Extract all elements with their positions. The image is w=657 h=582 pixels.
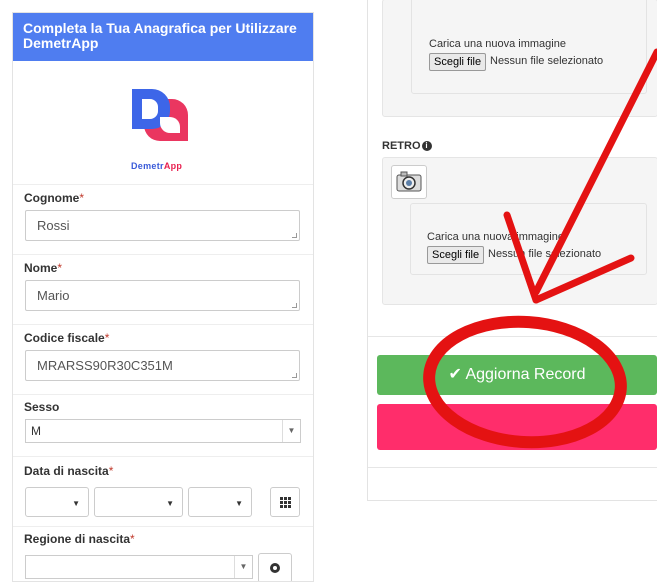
logo-wordmark: DemetrApp xyxy=(131,161,183,171)
fronte-no-file-text: Nessun file selezionato xyxy=(490,55,604,67)
sesso-label: Sesso xyxy=(24,400,60,414)
secondary-action-button[interactable] xyxy=(377,404,657,450)
footer-divider xyxy=(368,467,657,468)
document-upload-panel: Carica una nuova immagine Scegli file Ne… xyxy=(367,0,657,501)
calendar-button[interactable] xyxy=(270,487,300,517)
update-record-label: Aggiorna Record xyxy=(465,366,586,383)
demetrapp-logo-icon xyxy=(132,89,188,141)
actions-divider xyxy=(368,336,657,337)
checkmark-icon: ✔ xyxy=(448,366,462,383)
retro-upload-caption: Carica una nuova immagine xyxy=(427,231,564,243)
codice-fiscale-input[interactable]: MRARSS90R30C351M xyxy=(25,350,300,381)
birth-day-select[interactable]: ▼ xyxy=(25,487,89,517)
form-header-title: Completa la Tua Anagrafica per Utilizzar… xyxy=(23,20,297,51)
codice-fiscale-label: Codice fiscale* xyxy=(24,331,110,345)
retro-label: RETRO i xyxy=(382,140,432,152)
fronte-upload-well: Carica una nuova immagine Scegli file Ne… xyxy=(382,0,657,117)
birth-year-select[interactable]: ▼ xyxy=(188,487,252,517)
caret-down-icon: ▼ xyxy=(72,499,80,508)
nome-input[interactable]: Mario xyxy=(25,280,300,311)
fronte-upload-caption: Carica una nuova immagine xyxy=(429,38,566,50)
retro-choose-file-button[interactable]: Scegli file xyxy=(427,246,485,264)
sesso-select[interactable]: M ▼ xyxy=(25,419,301,443)
retro-upload-inner: Carica una nuova immagine Scegli file Ne… xyxy=(410,203,647,275)
data-nascita-field-group: Data di nascita* ▼ ▼ ▼ xyxy=(13,457,313,527)
cognome-field-group: Cognome* Rossi xyxy=(13,185,313,255)
grid-calendar-icon xyxy=(280,497,291,508)
form-header: Completa la Tua Anagrafica per Utilizzar… xyxy=(13,13,313,61)
cognome-input[interactable]: Rossi xyxy=(25,210,300,241)
registration-form-panel: Completa la Tua Anagrafica per Utilizzar… xyxy=(12,12,314,582)
birth-month-select[interactable]: ▼ xyxy=(94,487,183,517)
logo-area: DemetrApp xyxy=(13,61,313,185)
camera-icon xyxy=(396,171,422,192)
chevron-down-icon: ▼ xyxy=(282,420,300,442)
regione-label: Regione di nascita* xyxy=(24,532,135,546)
map-pin-button[interactable] xyxy=(258,553,292,581)
retro-image-preview[interactable] xyxy=(391,165,427,199)
regione-select[interactable]: ▼ xyxy=(25,555,253,579)
nome-field-group: Nome* Mario xyxy=(13,255,313,325)
retro-no-file-text: Nessun file selezionato xyxy=(488,248,602,260)
chevron-down-icon: ▼ xyxy=(234,556,252,578)
regione-field-group: Regione di nascita* ▼ xyxy=(13,527,313,581)
nome-label: Nome* xyxy=(24,261,63,275)
data-nascita-label: Data di nascita* xyxy=(24,464,114,478)
sesso-field-group: Sesso M ▼ xyxy=(13,395,313,457)
cognome-label: Cognome* xyxy=(24,191,85,205)
fronte-upload-inner: Carica una nuova immagine Scegli file Ne… xyxy=(411,0,647,94)
caret-down-icon: ▼ xyxy=(235,499,243,508)
codice-fiscale-field-group: Codice fiscale* MRARSS90R30C351M xyxy=(13,325,313,395)
map-pin-icon xyxy=(270,563,280,573)
fronte-choose-file-button[interactable]: Scegli file xyxy=(429,53,487,71)
caret-down-icon: ▼ xyxy=(166,499,174,508)
info-icon[interactable]: i xyxy=(421,141,432,151)
update-record-button[interactable]: ✔ Aggiorna Record xyxy=(377,355,657,395)
